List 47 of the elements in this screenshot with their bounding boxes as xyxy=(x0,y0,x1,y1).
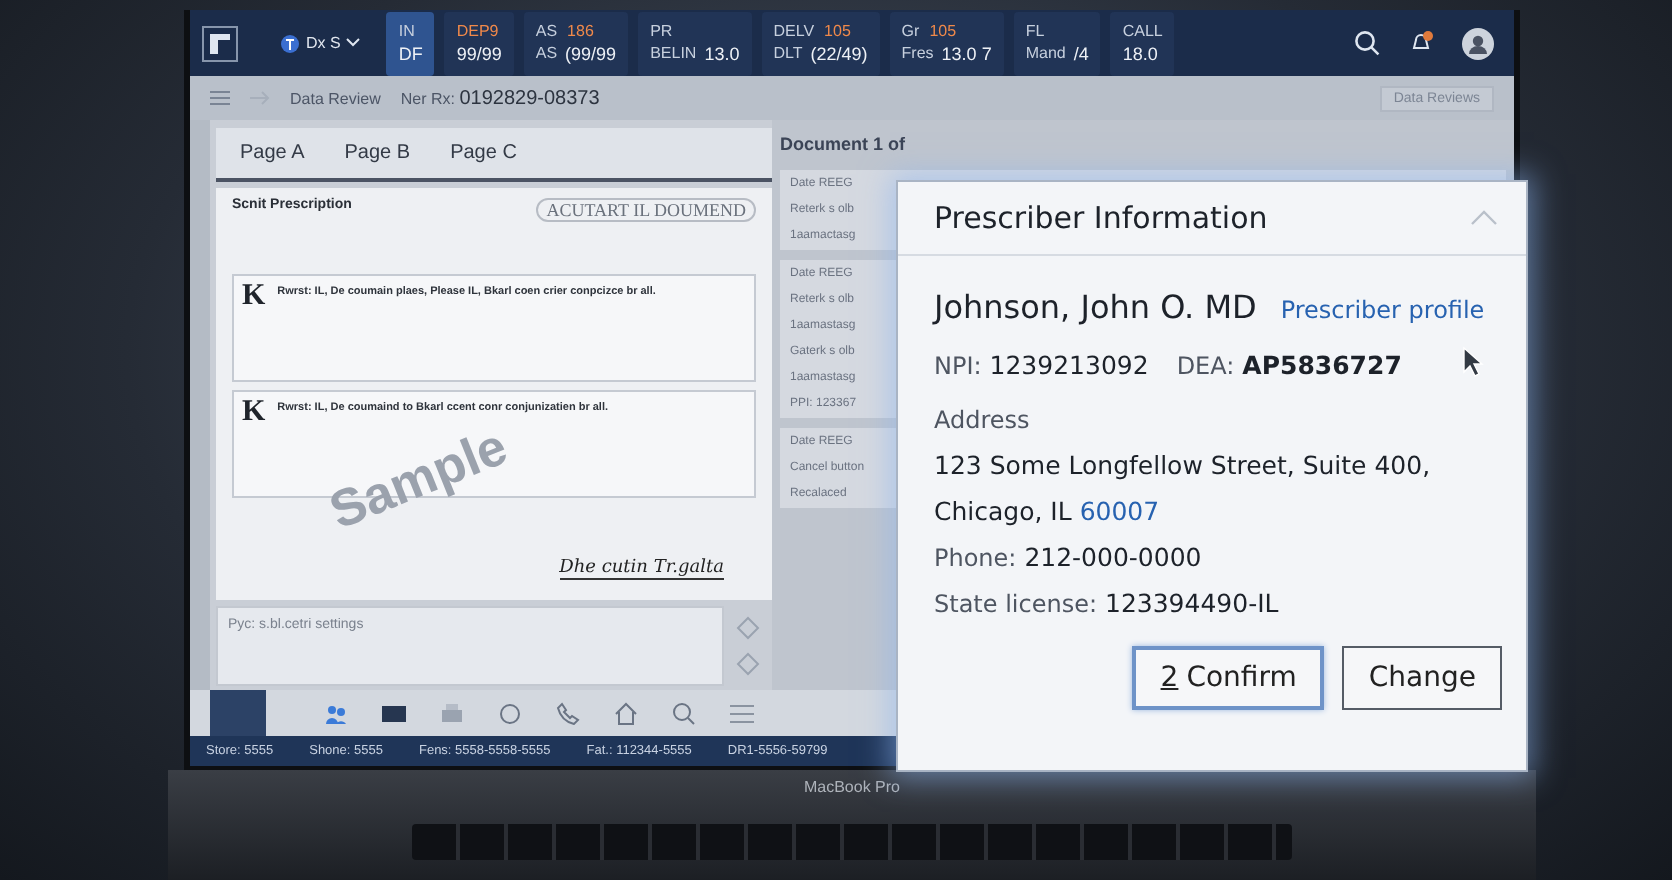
menu-icon[interactable] xyxy=(210,90,230,106)
address-line: 123 Some Longfellow Street, Suite 400, xyxy=(934,450,1433,480)
list-icon[interactable] xyxy=(730,703,754,723)
search-icon[interactable] xyxy=(1354,30,1380,56)
status-segment[interactable]: DELV 105 DLT (22/49) xyxy=(761,11,880,75)
home-icon[interactable] xyxy=(614,701,638,725)
mouse-cursor-icon xyxy=(1462,346,1486,378)
status-segment[interactable]: DEP9 99/99 xyxy=(444,11,514,75)
profile-dropdown[interactable]: Dx S xyxy=(280,33,361,53)
status-segment[interactable]: AS 186 AS (99/99 xyxy=(523,11,629,75)
page-tab[interactable]: Page C xyxy=(450,142,517,164)
zoom-icon[interactable] xyxy=(672,701,696,725)
popup-title: Prescriber Information xyxy=(934,200,1268,236)
screen-icon[interactable] xyxy=(382,703,406,723)
address-city: Chicago, IL 60007 xyxy=(934,496,1162,526)
status-segment[interactable]: FL Mand /4 xyxy=(1013,11,1101,75)
state-license: State license: 123394490-IL xyxy=(934,588,1281,618)
phone-number: Phone: 212-000-0000 xyxy=(934,542,1204,572)
dea-number: DEA: AP5836727 xyxy=(1176,350,1402,380)
entry-initial: K xyxy=(242,280,266,314)
phone-icon[interactable] xyxy=(556,701,580,725)
chevron-down-icon xyxy=(346,38,361,48)
record-number: Ner Rx: 0192829-08373 xyxy=(400,87,600,109)
breadcrumb-section[interactable]: Data Review xyxy=(290,89,381,107)
status-segment[interactable]: PR BELIN 13.0 xyxy=(638,11,752,75)
avatar-icon[interactable] xyxy=(1462,27,1494,59)
prescriber-name: Johnson, John O. MD xyxy=(934,288,1257,326)
status-segment[interactable]: Gr 105 Fres 13.0 7 xyxy=(889,11,1004,75)
signature: Dhe cutin Tr.galta xyxy=(559,558,724,580)
address-label: Address xyxy=(934,406,1032,434)
laptop-brand: MacBook Pro xyxy=(803,776,901,796)
profile-icon xyxy=(280,33,300,53)
chevron-up-icon[interactable] xyxy=(1470,210,1498,226)
change-button[interactable]: Change xyxy=(1342,646,1502,710)
prescriber-profile-link[interactable]: Prescriber profile xyxy=(1280,296,1485,324)
page-tab[interactable]: Page B xyxy=(344,142,411,164)
logo-icon[interactable] xyxy=(202,25,238,61)
printer-icon[interactable] xyxy=(440,701,464,725)
people-icon[interactable] xyxy=(324,701,348,725)
letterhead: ACUTART IL DOUMEND xyxy=(536,198,756,222)
npi-number: NPI: 1239213092 xyxy=(934,350,1149,380)
page-tab[interactable]: Page A xyxy=(240,142,305,164)
confirm-button[interactable]: 2 Confirm xyxy=(1132,646,1325,710)
entry-initial: K xyxy=(242,396,266,430)
status-segment[interactable]: CALL 18.0 xyxy=(1110,11,1175,75)
document-counter: Document 1 of xyxy=(780,134,906,154)
status-segment[interactable]: IN DF xyxy=(386,11,435,75)
